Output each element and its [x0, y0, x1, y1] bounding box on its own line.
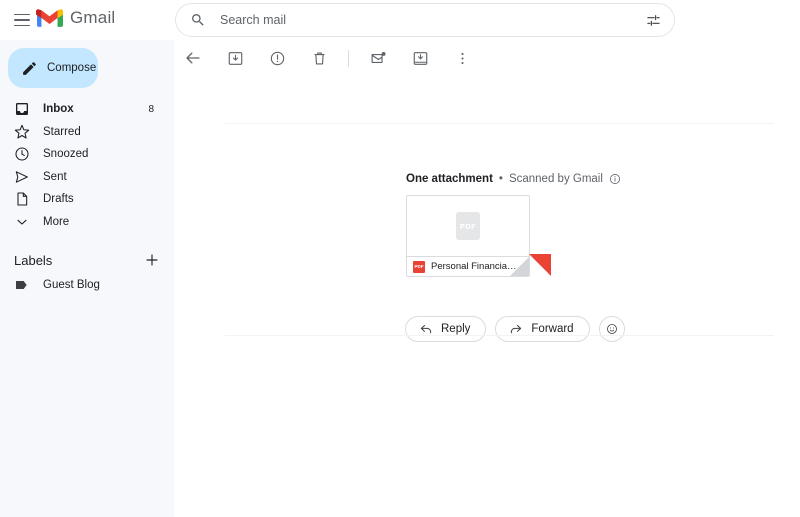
search-icon: [190, 12, 206, 28]
attachment-corner-fold-icon: [510, 257, 529, 276]
archive-icon: [227, 50, 244, 67]
more-options-button[interactable]: [447, 43, 477, 73]
move-to-inbox-button[interactable]: [405, 43, 435, 73]
gmail-app: Gmail Compose Inbox: [0, 0, 800, 517]
sidebar-item-drafts[interactable]: Drafts: [0, 188, 166, 211]
search-input[interactable]: [218, 12, 645, 28]
clock-icon: [14, 146, 30, 162]
attachment-header-separator: •: [499, 173, 503, 185]
mark-unread-button[interactable]: [363, 43, 393, 73]
archive-button[interactable]: [220, 43, 250, 73]
sidebar-item-inbox[interactable]: Inbox 8: [0, 98, 166, 121]
sidebar-item-sent[interactable]: Sent: [0, 166, 166, 189]
send-icon: [14, 169, 30, 185]
trash-icon: [311, 50, 328, 67]
search-bar[interactable]: [175, 3, 675, 37]
sidebar: Compose Inbox 8 Starred: [0, 40, 174, 517]
pdf-placeholder-icon: PDF: [456, 212, 480, 240]
arrow-left-icon: [184, 49, 202, 67]
mark-unread-icon: [370, 50, 387, 67]
emoji-smiley-icon: [606, 322, 618, 336]
sidebar-item-label: Inbox: [43, 103, 148, 115]
draft-icon: [14, 191, 30, 207]
search-options-icon[interactable]: [645, 12, 662, 29]
sidebar-item-label: Snoozed: [43, 148, 166, 160]
forward-arrow-icon: [509, 322, 523, 336]
info-icon[interactable]: [609, 173, 621, 185]
sidebar-item-starred[interactable]: Starred: [0, 121, 166, 144]
menu-bar-2: [14, 19, 30, 21]
attachment-preview: PDF: [407, 196, 529, 256]
sidebar-label-text: Guest Blog: [43, 279, 100, 291]
chevron-down-icon: [14, 214, 30, 230]
main-content: One attachment • Scanned by Gmail PDF PD…: [174, 40, 800, 517]
scanned-by-gmail-label: Scanned by Gmail: [509, 173, 603, 185]
menu-bar-1: [14, 14, 30, 16]
labels-header: Labels: [0, 247, 174, 273]
compose-label: Compose: [47, 62, 96, 74]
gmail-logo-icon: [36, 7, 63, 28]
message-toolbar: [174, 40, 800, 76]
plus-icon[interactable]: [144, 252, 160, 268]
report-spam-button[interactable]: [262, 43, 292, 73]
inbox-icon: [14, 101, 30, 117]
attachment-card[interactable]: PDF PDF Personal Financia…: [406, 195, 530, 277]
labels-title: Labels: [14, 253, 144, 268]
sidebar-item-label: Drafts: [43, 193, 166, 205]
report-spam-icon: [269, 50, 286, 67]
label-tag-icon: [14, 277, 30, 293]
sidebar-item-label: More: [43, 216, 166, 228]
divider-bottom: [225, 335, 774, 336]
reply-arrow-icon: [419, 322, 433, 336]
attachment-corner-accent-icon: [529, 254, 551, 276]
top-bar: Gmail: [0, 0, 800, 40]
pencil-icon: [21, 60, 38, 77]
toolbar-separator: [348, 50, 349, 67]
forward-button[interactable]: Forward: [495, 316, 589, 342]
message-actions: Reply Forward: [405, 316, 625, 342]
brand-name: Gmail: [70, 8, 115, 28]
compose-button[interactable]: Compose: [8, 48, 98, 88]
move-to-inbox-icon: [412, 50, 429, 67]
divider-top: [225, 123, 774, 124]
sidebar-item-more[interactable]: More: [0, 211, 166, 234]
back-button[interactable]: [178, 43, 208, 73]
reply-button[interactable]: Reply: [405, 316, 486, 342]
star-icon: [14, 124, 30, 140]
menu-bar-3: [14, 25, 30, 27]
emoji-react-button[interactable]: [599, 316, 625, 342]
inbox-unread-count: 8: [148, 104, 166, 115]
hamburger-menu-icon[interactable]: [10, 8, 34, 32]
forward-label: Forward: [531, 323, 573, 335]
more-vertical-icon: [454, 50, 471, 67]
sidebar-item-snoozed[interactable]: Snoozed: [0, 143, 166, 166]
sidebar-item-label: Starred: [43, 126, 166, 138]
reply-label: Reply: [441, 323, 470, 335]
sidebar-item-label: Sent: [43, 171, 166, 183]
attachment-filename: Personal Financia…: [431, 261, 517, 272]
delete-button[interactable]: [304, 43, 334, 73]
sidebar-label-guest-blog[interactable]: Guest Blog: [0, 274, 174, 296]
brand[interactable]: Gmail: [36, 7, 115, 28]
pdf-badge-icon: PDF: [413, 261, 425, 273]
attachment-header: One attachment • Scanned by Gmail: [406, 173, 621, 185]
nav-list: Inbox 8 Starred Snoozed S: [0, 98, 174, 233]
attachment-count-label: One attachment: [406, 173, 493, 185]
